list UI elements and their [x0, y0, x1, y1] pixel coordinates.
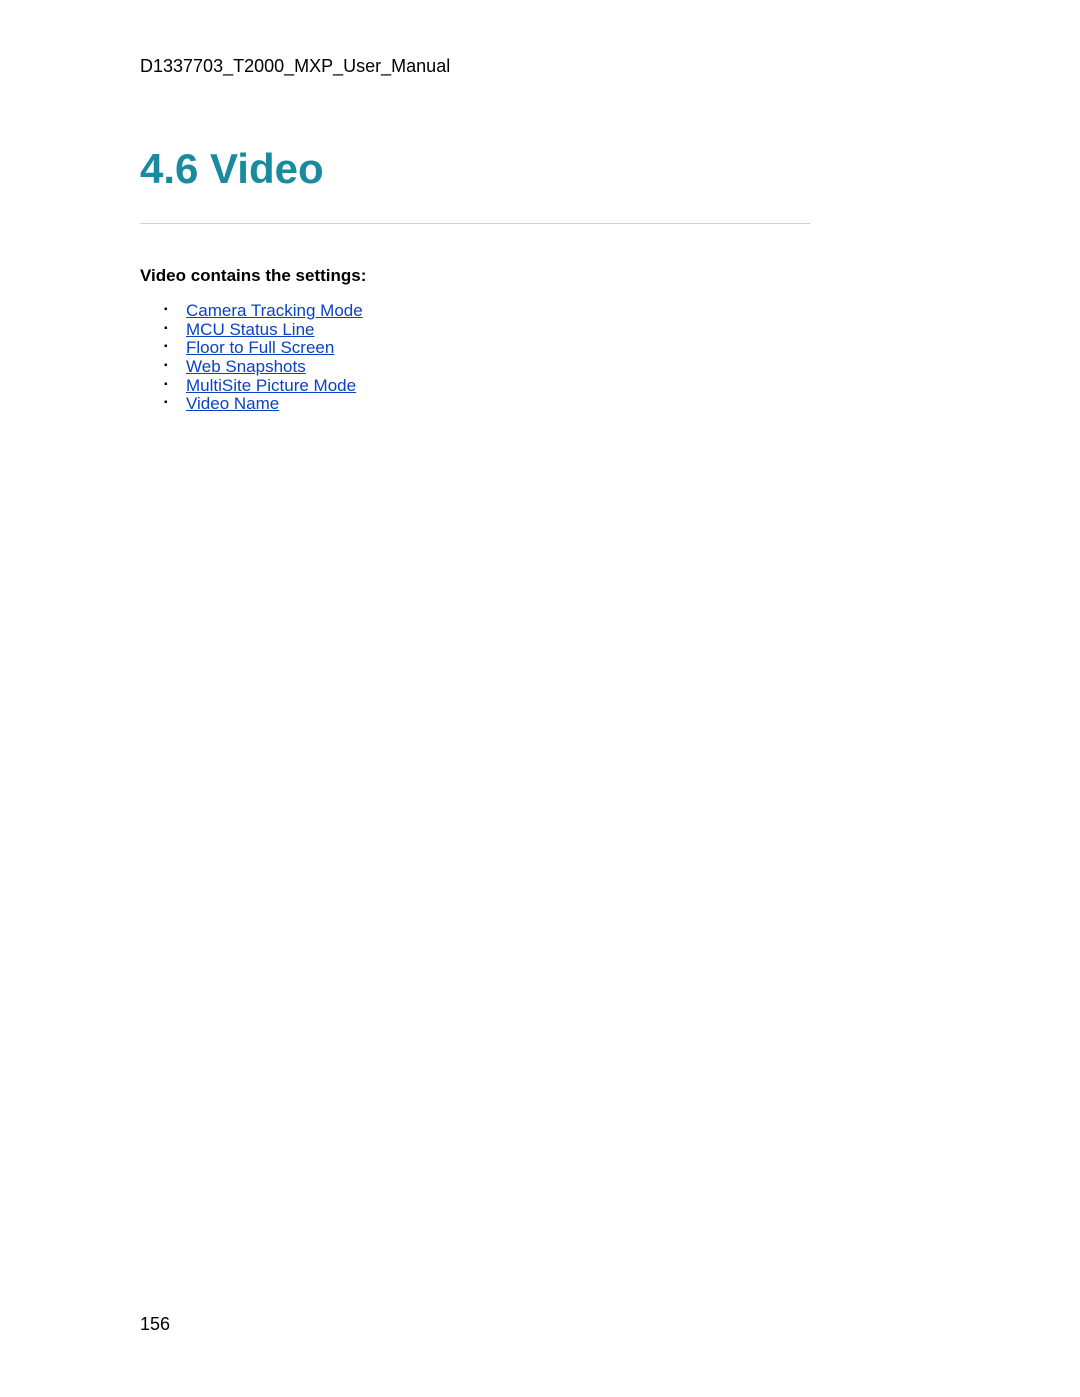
- subheading: Video contains the settings:: [140, 266, 940, 286]
- list-item: MCU Status Line: [186, 321, 940, 340]
- link-floor-to-full-screen[interactable]: Floor to Full Screen: [186, 338, 334, 357]
- section-heading: 4.6 Video: [140, 145, 940, 193]
- divider: [140, 223, 810, 224]
- document-header: D1337703_T2000_MXP_User_Manual: [140, 56, 940, 77]
- link-camera-tracking-mode[interactable]: Camera Tracking Mode: [186, 301, 363, 320]
- list-item: Video Name: [186, 395, 940, 414]
- list-item: Camera Tracking Mode: [186, 302, 940, 321]
- link-mcu-status-line[interactable]: MCU Status Line: [186, 320, 315, 339]
- page-number: 156: [140, 1314, 170, 1335]
- link-video-name[interactable]: Video Name: [186, 394, 279, 413]
- list-item: Web Snapshots: [186, 358, 940, 377]
- list-item: MultiSite Picture Mode: [186, 377, 940, 396]
- settings-link-list: Camera Tracking Mode MCU Status Line Flo…: [140, 302, 940, 414]
- link-web-snapshots[interactable]: Web Snapshots: [186, 357, 306, 376]
- link-multisite-picture-mode[interactable]: MultiSite Picture Mode: [186, 376, 356, 395]
- list-item: Floor to Full Screen: [186, 339, 940, 358]
